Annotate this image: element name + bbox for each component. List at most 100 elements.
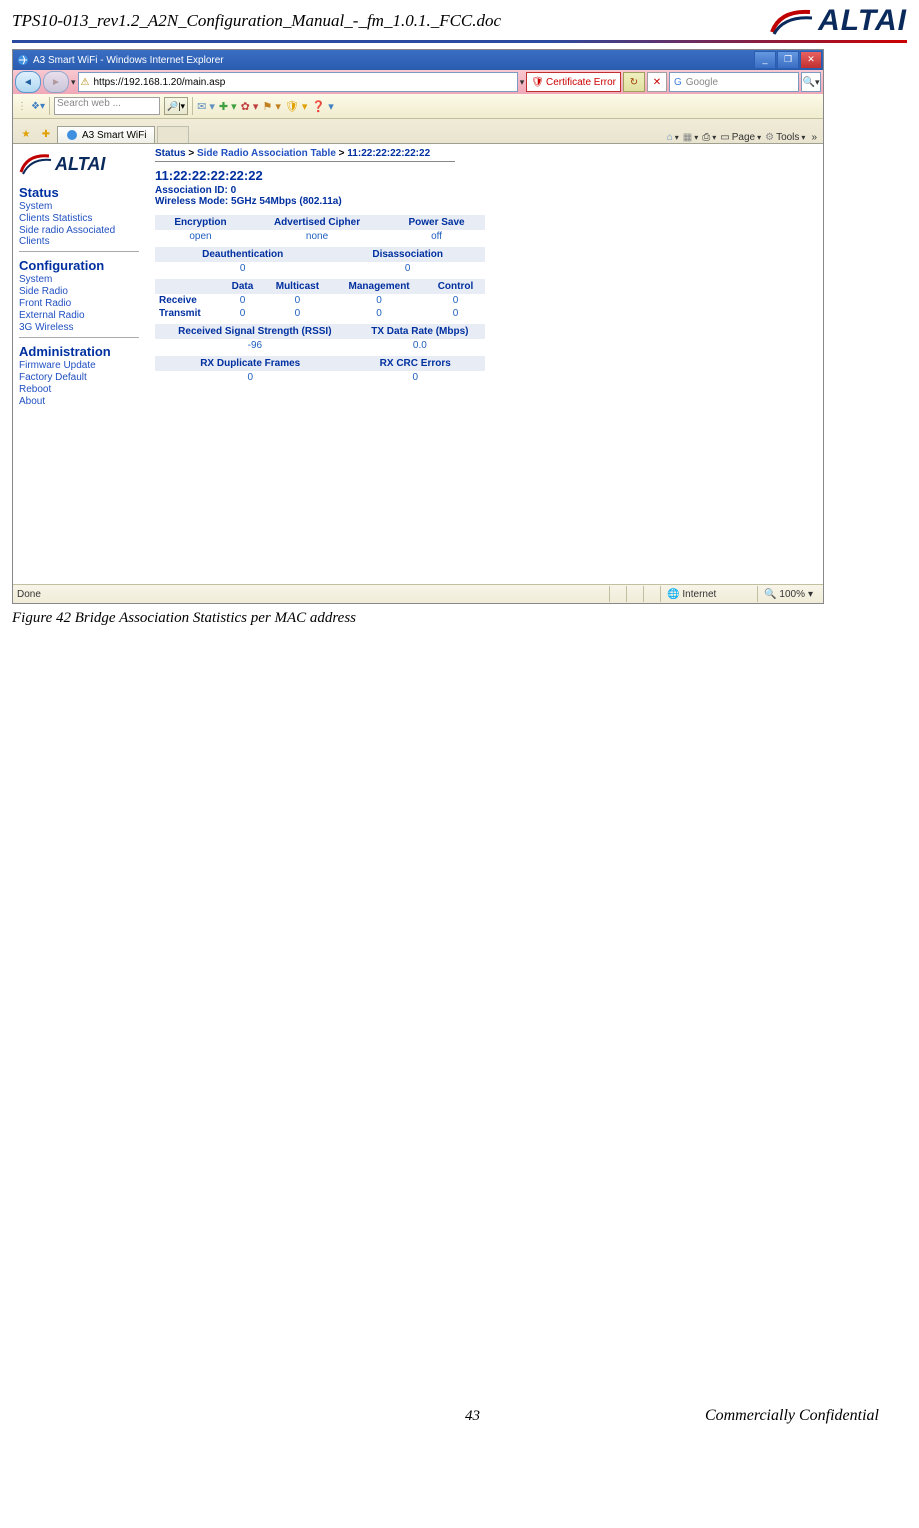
toolbar-app-icon[interactable]: ❖▾ — [31, 101, 45, 112]
breadcrumb-link[interactable]: Side Radio Association Table — [197, 148, 336, 159]
address-bar[interactable]: ⚠ https://192.168.1.20/main.asp — [78, 72, 518, 92]
browser-statusbar: Done 🌐Internet 🔍100% ▾ — [13, 584, 823, 603]
minimize-button[interactable]: _ — [754, 51, 776, 69]
th-disassoc: Disassociation — [330, 247, 485, 262]
tools-menu[interactable]: ⚙Tools▾ — [765, 132, 805, 143]
magnifier-icon: 🔍 — [764, 589, 776, 600]
plus-green-icon[interactable]: ✚ ▾ — [219, 100, 237, 113]
td-deauth: 0 — [155, 262, 330, 275]
td-cipher: none — [246, 230, 388, 243]
refresh-icon: ↻ — [630, 77, 638, 88]
search-go-button[interactable]: 🔍▾ — [801, 72, 821, 92]
breadcrumb: Status > Side Radio Association Table > … — [155, 148, 813, 159]
altai-swoosh-icon — [770, 6, 814, 36]
forward-button[interactable]: ► — [43, 71, 69, 93]
toolbar-grip-icon: ⋮ — [17, 101, 27, 112]
window-controls: _ ❐ ✕ — [754, 51, 823, 69]
stop-button[interactable]: ✕ — [647, 72, 667, 92]
more-commands-icon[interactable]: » — [809, 132, 819, 143]
nav-link-cfg-system[interactable]: System — [19, 274, 139, 285]
back-button[interactable]: ◄ — [15, 71, 41, 93]
clover-red-icon[interactable]: ✿ ▾ — [241, 100, 259, 113]
td: 0 — [263, 294, 333, 307]
nav-divider — [19, 337, 139, 338]
refresh-button[interactable]: ↻ — [623, 72, 645, 92]
td: 0 — [332, 294, 426, 307]
status-cell-blank — [609, 586, 622, 602]
th-blank — [155, 279, 222, 294]
search-web-go[interactable]: 🔎|▾ — [164, 97, 188, 115]
zoom-label: 100% — [779, 589, 805, 600]
shield-icon[interactable]: 🛡 ▾ — [285, 100, 308, 113]
th-rssi: Received Signal Strength (RSSI) — [155, 324, 355, 339]
url-text: https://192.168.1.20/main.asp — [94, 77, 226, 88]
altai-logo-small: ALTAI — [19, 150, 119, 179]
th-encryption: Encryption — [155, 215, 246, 230]
nav-link-cfg-side-radio[interactable]: Side Radio — [19, 286, 139, 297]
home-button[interactable]: ⌂▾ — [667, 132, 679, 143]
breadcrumb-rule — [155, 161, 455, 162]
magnifier-icon: 🔎 — [167, 101, 178, 112]
browser-screenshot: A3 Smart WiFi - Windows Internet Explore… — [12, 49, 824, 604]
nav-link-cfg-external-radio[interactable]: External Radio — [19, 310, 139, 321]
th-mgmt: Management — [332, 279, 426, 294]
wireless-mode: Wireless Mode: 5GHz 54Mbps (802.11a) — [155, 196, 813, 207]
flag-icon[interactable]: ⚑ ▾ — [262, 100, 280, 113]
help-icon[interactable]: ❓ ▾ — [311, 100, 333, 113]
nav-link-factory-default[interactable]: Factory Default — [19, 372, 139, 383]
browser-search-box[interactable]: G Google — [669, 72, 799, 92]
nav-link-about[interactable]: About — [19, 396, 139, 407]
maximize-button[interactable]: ❐ — [777, 51, 799, 69]
td: 0 — [263, 307, 333, 320]
window-titlebar: A3 Smart WiFi - Windows Internet Explore… — [13, 50, 823, 70]
status-zone[interactable]: 🌐Internet — [660, 586, 753, 602]
breadcrumb-root: Status — [155, 148, 186, 159]
print-button[interactable]: ⎙▾ — [702, 132, 716, 143]
nav-link-reboot[interactable]: Reboot — [19, 384, 139, 395]
zone-label: Internet — [682, 589, 716, 600]
tools-menu-label: Tools — [776, 132, 799, 143]
left-nav: ALTAI Status System Clients Statistics S… — [13, 144, 145, 584]
security-warning-icon: ⚠ — [81, 77, 90, 88]
page-menu[interactable]: ▭Page▾ — [720, 132, 761, 143]
tab-active[interactable]: A3 Smart WiFi — [57, 126, 155, 143]
addr-dropdown-icon[interactable]: ▾ — [520, 77, 525, 88]
new-tab-button[interactable] — [157, 126, 189, 143]
status-text: Done — [17, 589, 41, 600]
row-transmit: Transmit — [155, 307, 222, 320]
td-disassoc: 0 — [330, 262, 485, 275]
confidential-label: Commercially Confidential — [705, 1407, 879, 1425]
figure-caption: Figure 42 Bridge Association Statistics … — [12, 610, 907, 627]
nav-link-clients-stats[interactable]: Clients Statistics — [19, 213, 139, 224]
breadcrumb-current: 11:22:22:22:22:22 — [347, 148, 430, 159]
row-receive: Receive — [155, 294, 222, 307]
globe-icon: 🌐 — [667, 589, 679, 600]
certificate-error-badge[interactable]: 🛡 Certificate Error — [526, 72, 621, 92]
search-web-placeholder: Search web ... — [57, 98, 121, 109]
td-rx-crc: 0 — [345, 371, 485, 384]
feed-button[interactable]: ▦▾ — [683, 132, 698, 143]
nav-link-system[interactable]: System — [19, 201, 139, 212]
magnifier-icon: 🔍 — [803, 77, 815, 88]
add-favorite-icon[interactable]: ✚ — [37, 125, 55, 143]
nav-link-cfg-front-radio[interactable]: Front Radio — [19, 298, 139, 309]
page-header: TPS10-013_rev1.2_A2N_Configuration_Manua… — [0, 0, 919, 38]
td: 0 — [222, 294, 262, 307]
home-icon: ⌂ — [667, 132, 673, 143]
th-cipher: Advertised Cipher — [246, 215, 388, 230]
favorites-star-icon[interactable]: ★ — [17, 125, 35, 143]
close-button[interactable]: ✕ — [800, 51, 822, 69]
status-zoom[interactable]: 🔍100% ▾ — [757, 586, 819, 602]
arrow-right-icon: ► — [51, 77, 61, 88]
search-web-input[interactable]: Search web ... — [54, 97, 160, 115]
mail-icon[interactable]: ✉ ▾ — [197, 100, 215, 113]
nav-link-cfg-3g[interactable]: 3G Wireless — [19, 322, 139, 333]
nav-link-firmware[interactable]: Firmware Update — [19, 360, 139, 371]
table-rssi: Received Signal Strength (RSSI)TX Data R… — [155, 324, 485, 352]
td: 0 — [222, 307, 262, 320]
td-rx-dup: 0 — [155, 371, 345, 384]
page-icon — [66, 129, 78, 141]
td-rssi: -96 — [155, 339, 355, 352]
nav-link-side-radio-clients[interactable]: Side radio Associated Clients — [19, 225, 139, 247]
nav-dropdown-icon[interactable]: ▾ — [71, 77, 76, 88]
